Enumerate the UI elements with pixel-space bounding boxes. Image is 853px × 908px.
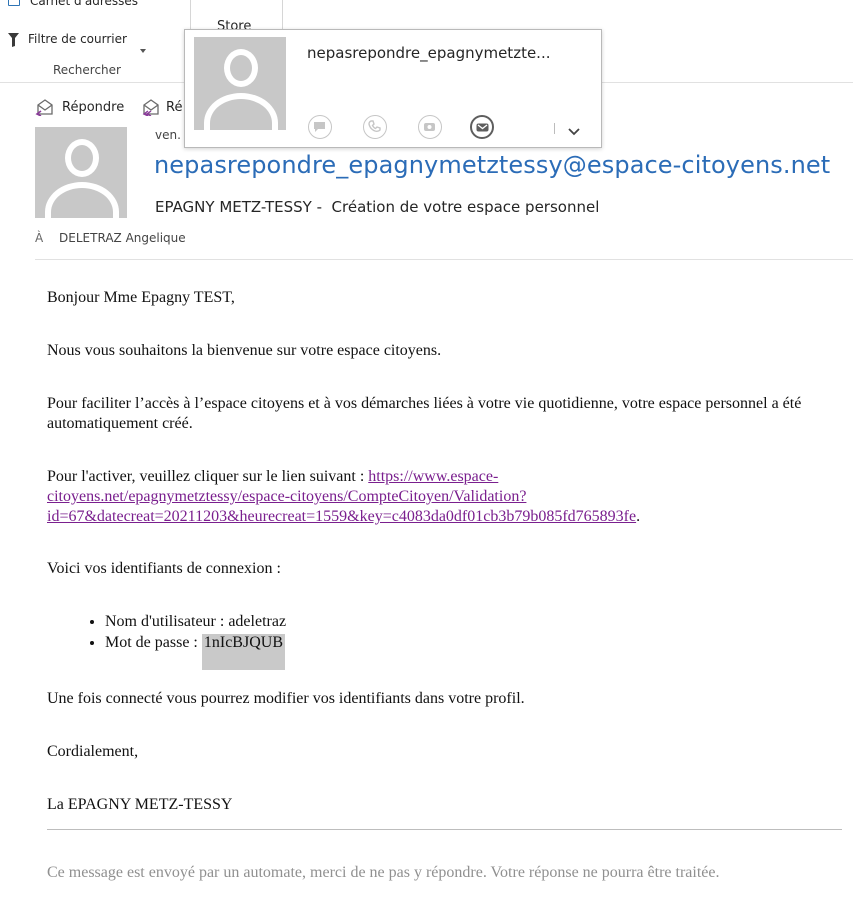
reply-icon xyxy=(35,98,55,120)
reply-button[interactable]: Répondre xyxy=(35,97,131,119)
header-divider xyxy=(35,259,853,260)
intro-text: Pour faciliter l’accès à l’espace citoye… xyxy=(47,395,802,432)
ribbon-group-label: Rechercher xyxy=(53,63,121,77)
address-book-icon xyxy=(8,0,20,6)
recipient-label: À xyxy=(35,231,44,245)
chevron-down-icon xyxy=(567,122,581,141)
activation-suffix: . xyxy=(636,508,641,525)
video-button[interactable] xyxy=(418,115,442,139)
contact-avatar xyxy=(194,37,286,130)
call-button[interactable] xyxy=(363,115,387,139)
password-value: 1nIcBJQUB xyxy=(201,634,285,670)
message-date: ven. xyxy=(155,128,181,142)
message-subject-text: EPAGNY METZ-TESSY - Création de votre es… xyxy=(155,198,600,216)
username-value: adeletraz xyxy=(228,613,287,630)
sender-address[interactable]: nepasrepondre_epagnymetztessy@espace-cit… xyxy=(154,151,830,179)
email-button[interactable] xyxy=(470,115,494,139)
profile-note: Une fois connecté vous pourrez modifier … xyxy=(47,690,525,707)
message-body: Bonjour Mme Epagny TEST, Nous vous souha… xyxy=(47,288,847,815)
card-expand-button[interactable] xyxy=(567,122,583,136)
activation-prefix: Pour l'activer, veuillez cliquer sur le … xyxy=(47,468,369,485)
address-book-label: Carnet d'adresses xyxy=(30,0,139,8)
recipient-line: À DELETRAZ Angelique xyxy=(35,231,186,245)
message-subject: EPAGNY METZ-TESSY - Création de votre es… xyxy=(155,198,599,216)
activation-paragraph: Pour l'activer, veuillez cliquer sur le … xyxy=(47,467,837,527)
activation-link-line-1: https://www.espace- xyxy=(368,468,499,485)
credentials-intro: Voici vos identifiants de connexion : xyxy=(47,560,281,577)
reply-all-icon xyxy=(141,98,161,120)
signature: La EPAGNY METZ-TESSY xyxy=(47,796,233,813)
chat-button[interactable] xyxy=(308,115,332,139)
reply-label: Répondre xyxy=(62,100,125,115)
list-item: Nom d'utilisateur : adeletraz xyxy=(105,611,847,632)
recipient-name[interactable]: DELETRAZ Angelique xyxy=(59,231,186,245)
welcome-text: Nous vous souhaitons la bienvenue sur vo… xyxy=(47,342,442,359)
footer-note: Ce message est envoyé par un automate, m… xyxy=(47,864,720,881)
filter-icon xyxy=(8,32,19,51)
list-item: Mot de passe : 1nIcBJQUB xyxy=(105,632,847,670)
credentials-list: Nom d'utilisateur : adeletraz Mot de pas… xyxy=(47,611,847,670)
contact-name: nepasrepondre_epagnymetzte... xyxy=(307,44,551,62)
reply-all-label: Ré xyxy=(166,100,183,115)
chevron-down-icon xyxy=(140,38,146,57)
mail-filter-label: Filtre de courrier xyxy=(28,32,127,46)
password-label: Mot de passe : xyxy=(105,634,202,651)
sender-avatar xyxy=(35,127,127,218)
greeting: Bonjour Mme Epagny TEST, xyxy=(47,289,235,306)
username-label: Nom d'utilisateur : xyxy=(105,613,229,630)
footer-divider xyxy=(47,829,842,830)
closing: Cordialement, xyxy=(47,743,139,760)
activation-link-line-2: citoyens.net/epagnymetztessy/espace-cito… xyxy=(47,488,527,505)
contact-card: nepasrepondre_epagnymetzte... xyxy=(184,29,602,148)
activation-link-line-3: id=67&datecreat=20211203&heurecreat=1559… xyxy=(47,508,637,525)
card-actions-separator xyxy=(554,123,555,134)
mail-filter-button[interactable]: Filtre de courrier xyxy=(7,30,157,53)
